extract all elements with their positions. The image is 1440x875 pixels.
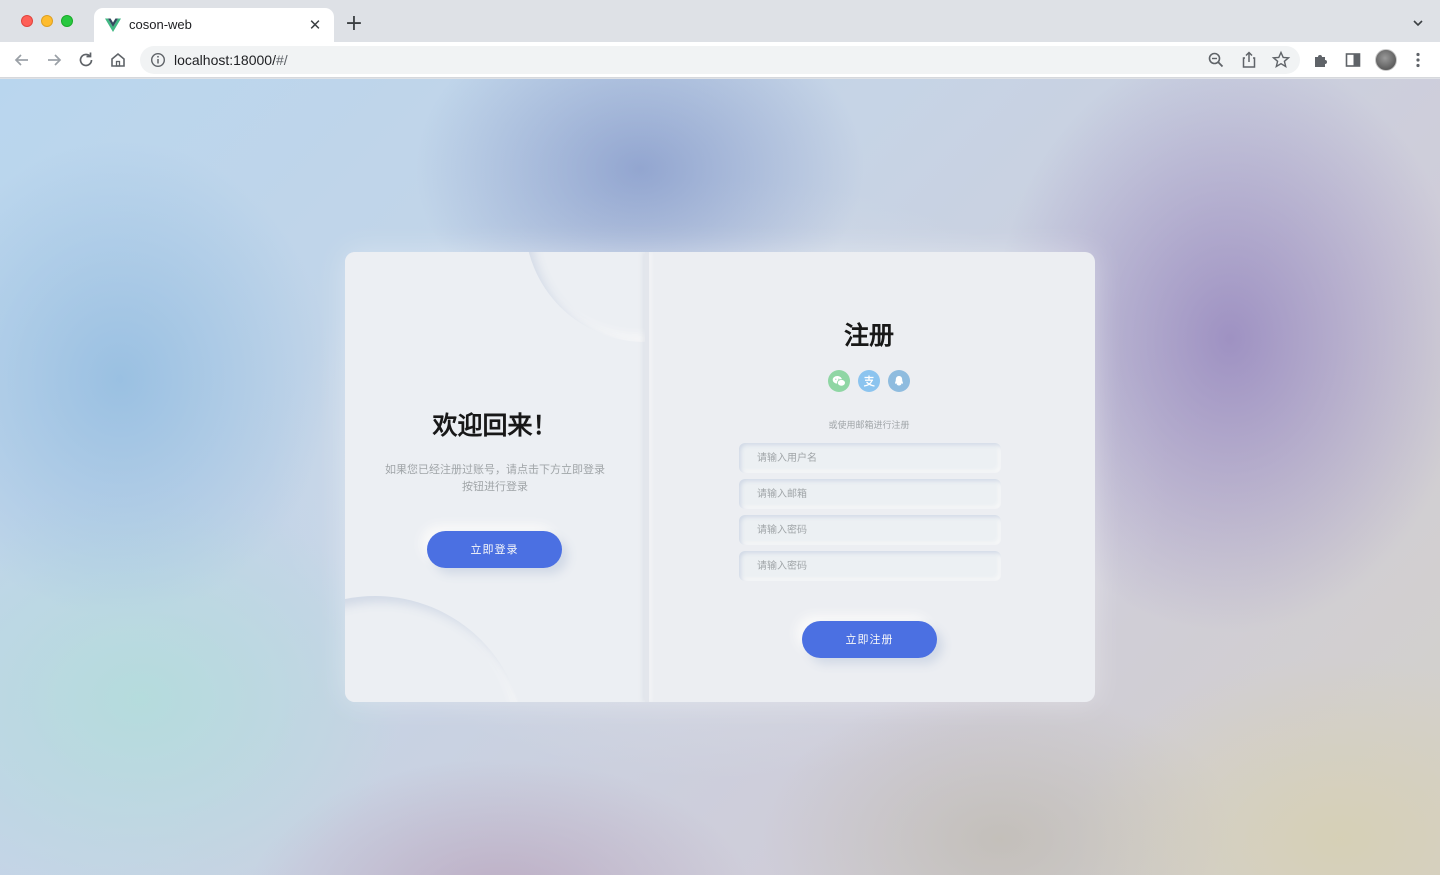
vue-logo-icon (105, 18, 121, 32)
home-icon[interactable] (108, 50, 128, 70)
extensions-puzzle-icon[interactable] (1311, 50, 1331, 70)
window-zoom-button[interactable] (61, 15, 73, 27)
new-tab-button[interactable]: + (343, 13, 365, 35)
register-now-button[interactable]: 立即注册 (802, 621, 937, 658)
alipay-icon (863, 375, 875, 387)
wechat-login-button[interactable] (828, 370, 850, 392)
back-arrow-icon[interactable] (12, 50, 32, 70)
url-host: localhost:18000/ (174, 52, 276, 68)
url-text[interactable]: localhost:18000/#/ (174, 52, 288, 68)
forward-arrow-icon[interactable] (44, 50, 64, 70)
auth-card: 欢迎回来！ 如果您已经注册过账号，请点击下方立即登录按钮进行登录 立即登录 注册 (345, 252, 1095, 702)
email-input[interactable] (739, 479, 1001, 509)
browser-toolbar: localhost:18000/#/ (0, 42, 1440, 78)
username-input[interactable] (739, 443, 1001, 473)
register-title: 注册 (843, 321, 894, 350)
alipay-login-button[interactable] (858, 370, 880, 392)
tab-close-icon[interactable]: ✕ (306, 16, 324, 34)
welcome-title: 欢迎回来！ (432, 411, 558, 440)
page-background: 欢迎回来！ 如果您已经注册过账号，请点击下方立即登录按钮进行登录 立即登录 注册 (0, 79, 1440, 875)
zoom-icon[interactable] (1206, 50, 1226, 70)
reload-icon[interactable] (76, 50, 96, 70)
side-panel-icon[interactable] (1343, 50, 1363, 70)
tab-title: coson-web (129, 17, 192, 32)
qq-icon (895, 376, 903, 386)
tab-search-chevron-icon[interactable] (1412, 17, 1424, 29)
window-close-button[interactable] (21, 15, 33, 27)
window-minimize-button[interactable] (41, 15, 53, 27)
decorative-circle-top (525, 252, 645, 342)
share-icon[interactable] (1239, 50, 1259, 70)
browser-tab-strip: coson-web ✕ + (0, 0, 1440, 42)
register-form: 注册 或使用邮箱进行注册 请输入用户名 请输入邮箱 立即注册 (649, 252, 1095, 702)
address-bar[interactable]: localhost:18000/#/ (140, 46, 1300, 74)
email-register-hint: 或使用邮箱进行注册 (828, 421, 910, 431)
wechat-icon (832, 376, 846, 387)
login-now-button[interactable]: 立即登录 (427, 531, 562, 568)
bookmark-star-icon[interactable] (1271, 50, 1291, 70)
profile-avatar[interactable] (1375, 49, 1397, 71)
confirm-password-input[interactable] (739, 551, 1001, 581)
welcome-description: 如果您已经注册过账号，请点击下方立即登录按钮进行登录 (385, 463, 605, 493)
password-input[interactable] (739, 515, 1001, 545)
site-info-icon[interactable] (150, 52, 166, 68)
url-path: #/ (275, 52, 288, 68)
browser-menu-icon[interactable] (1408, 50, 1428, 70)
qq-login-button[interactable] (888, 370, 910, 392)
browser-tab[interactable]: coson-web ✕ (94, 8, 334, 42)
decorative-circle-bottom (345, 596, 525, 702)
login-switch-panel: 欢迎回来！ 如果您已经注册过账号，请点击下方立即登录按钮进行登录 立即登录 (345, 252, 645, 702)
